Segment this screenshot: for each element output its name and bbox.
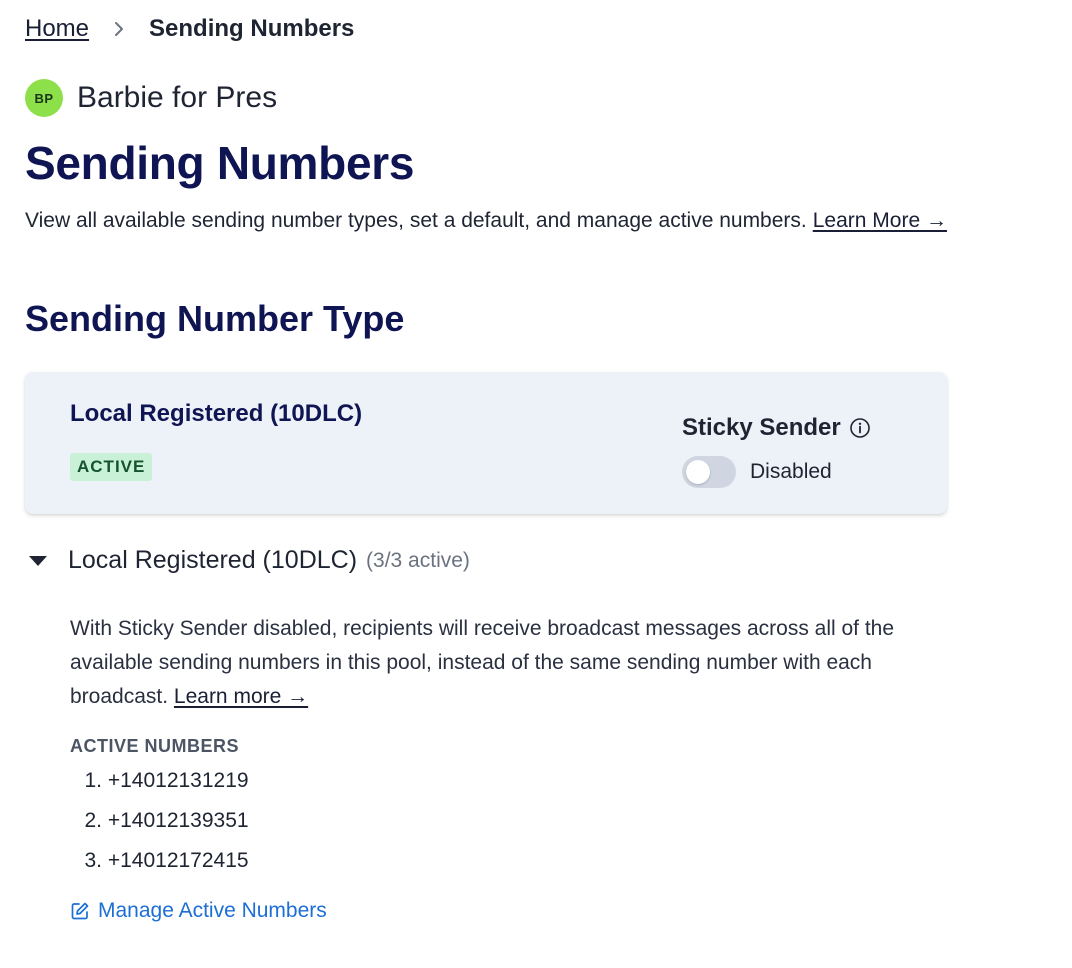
number-index: 1. — [84, 769, 102, 792]
chevron-right-icon — [113, 21, 125, 37]
breadcrumb: Home Sending Numbers — [25, 12, 354, 46]
list-item: 1. +14012131219 — [70, 767, 910, 807]
page-title: Sending Numbers — [25, 137, 415, 189]
learn-more-link[interactable]: Learn More → — [813, 209, 947, 232]
number-index: 2. — [84, 809, 102, 832]
accordion-title: Local Registered (10DLC) — [68, 546, 358, 574]
card-title: Local Registered (10DLC) — [70, 400, 363, 427]
sticky-sender-label: Sticky Sender — [682, 414, 841, 441]
info-circle-icon[interactable] — [849, 417, 871, 439]
phone-number: +14012172415 — [107, 849, 249, 872]
sticky-sender-heading: Sticky Sender — [682, 414, 871, 442]
caret-down-icon — [29, 555, 47, 566]
edit-icon — [70, 901, 90, 921]
accordion-toggle[interactable]: Local Registered (10DLC) (3/3 active) — [25, 546, 470, 575]
page-description: View all available sending number types,… — [25, 209, 947, 233]
org-row: BP Barbie for Pres — [25, 78, 277, 118]
accordion-body: With Sticky Sender disabled, recipients … — [70, 612, 910, 926]
manage-active-numbers-label: Manage Active Numbers — [98, 899, 327, 922]
breadcrumb-current: Sending Numbers — [149, 15, 355, 42]
active-numbers-list: 1. +14012131219 2. +14012139351 3. +1401… — [70, 767, 910, 887]
accordion-learn-more-link[interactable]: Learn more → — [174, 685, 308, 708]
toggle-row: Disabled — [682, 456, 871, 488]
breadcrumb-home-link[interactable]: Home — [25, 15, 89, 43]
list-item: 2. +14012139351 — [70, 807, 910, 847]
active-numbers-heading: ACTIVE NUMBERS — [70, 736, 240, 756]
sticky-sender-toggle[interactable] — [682, 456, 736, 488]
avatar: BP — [25, 79, 63, 117]
list-item: 3. +14012172415 — [70, 847, 910, 887]
sticky-sender-control: Sticky Sender Disabled — [682, 414, 871, 488]
section-title: Sending Number Type — [25, 298, 405, 339]
manage-active-numbers-link[interactable]: Manage Active Numbers — [70, 899, 327, 923]
org-name: Barbie for Pres — [77, 81, 278, 114]
status-badge: ACTIVE — [70, 453, 153, 481]
accordion-description: With Sticky Sender disabled, recipients … — [70, 612, 910, 714]
number-index: 3. — [84, 849, 102, 872]
accordion-count: (3/3 active) — [366, 548, 470, 572]
toggle-knob — [686, 460, 710, 484]
page-description-text: View all available sending number types,… — [25, 209, 807, 232]
number-type-card: Local Registered (10DLC) ACTIVE Sticky S… — [25, 372, 947, 514]
page: Home Sending Numbers BP Barbie for Pres … — [0, 0, 1072, 968]
phone-number: +14012131219 — [107, 769, 249, 792]
toggle-state-label: Disabled — [750, 460, 832, 483]
phone-number: +14012139351 — [107, 809, 249, 832]
